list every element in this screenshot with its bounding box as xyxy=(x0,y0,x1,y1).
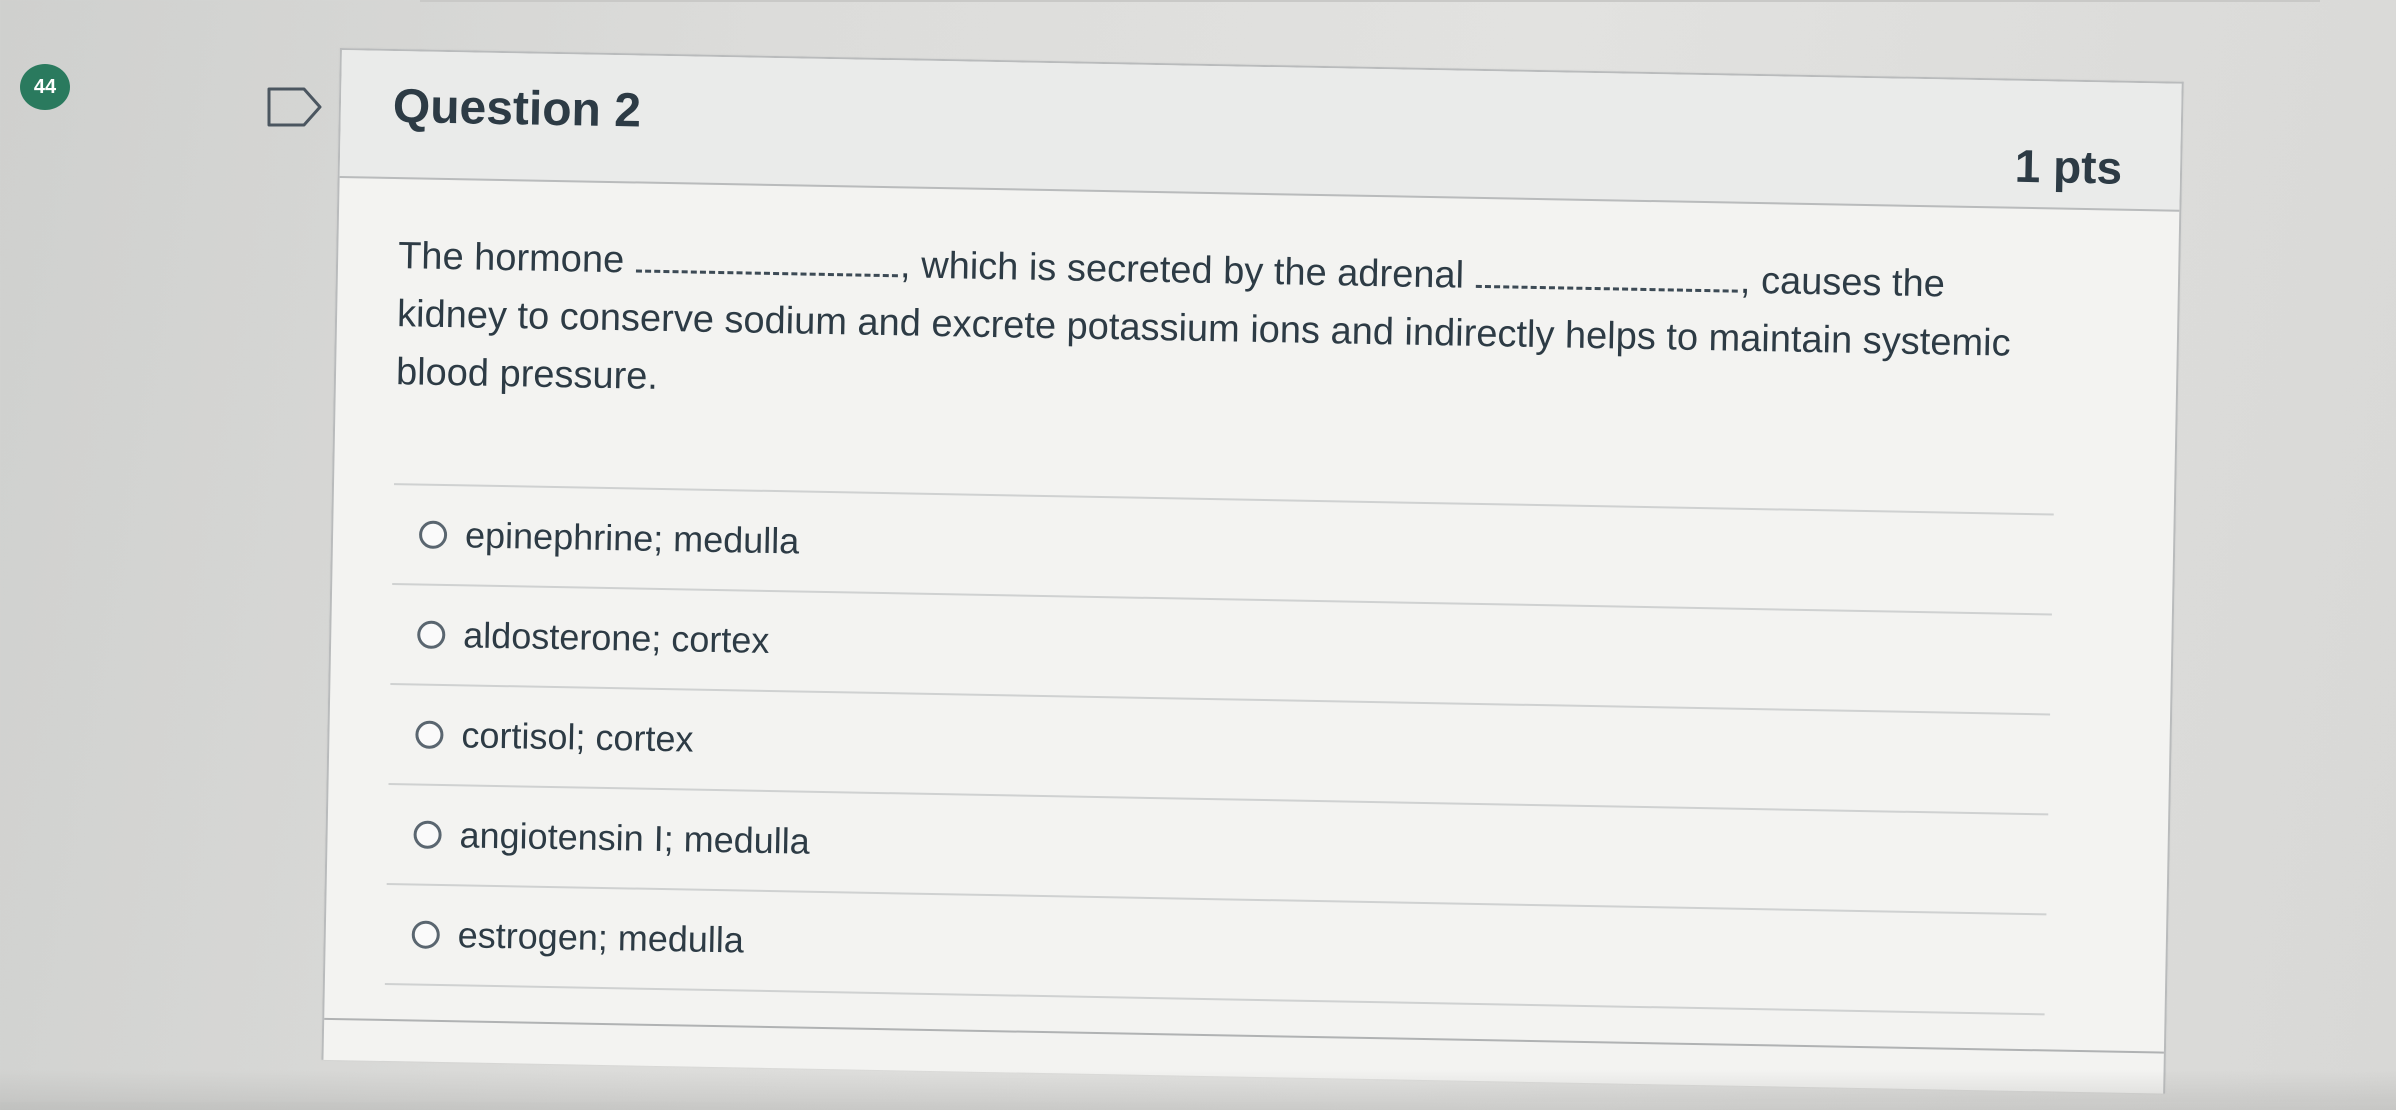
answer-label[interactable]: aldosterone; cortex xyxy=(463,614,770,662)
answer-label[interactable]: angiotensin I; medulla xyxy=(459,814,810,862)
question-title: Question 2 xyxy=(392,79,642,138)
radio-button-icon[interactable] xyxy=(415,720,444,750)
answer-label[interactable]: estrogen; medulla xyxy=(457,914,744,961)
question-text-part-2: , which is secreted by the adrenal xyxy=(899,244,1465,297)
flag-question-icon[interactable] xyxy=(266,86,322,128)
question-text-part-1: The hormone xyxy=(397,235,625,282)
fill-in-blank-1 xyxy=(635,255,899,278)
radio-button-icon[interactable] xyxy=(418,520,448,550)
question-points: 1 pts xyxy=(2014,139,2123,194)
question-text: The hormone , which is secreted by the ad… xyxy=(396,227,2059,431)
card-bottom-border xyxy=(324,1017,2164,1054)
question-card: Question 2 1 pts The hormone , which is s… xyxy=(321,48,2184,1094)
question-number-badge: 44 xyxy=(20,64,70,110)
radio-button-icon[interactable] xyxy=(413,820,442,849)
answer-label[interactable]: cortisol; cortex xyxy=(461,714,694,760)
answer-label[interactable]: epinephrine; medulla xyxy=(465,514,800,562)
top-divider xyxy=(420,0,2320,2)
screen-edge-shadow xyxy=(0,1070,2396,1110)
answer-list: epinephrine; medulla aldosterone; cortex… xyxy=(384,483,2054,1016)
radio-button-icon[interactable] xyxy=(411,920,441,949)
fill-in-blank-2 xyxy=(1475,270,1739,293)
radio-button-icon[interactable] xyxy=(417,620,446,650)
question-header: Question 2 1 pts xyxy=(339,50,2182,212)
